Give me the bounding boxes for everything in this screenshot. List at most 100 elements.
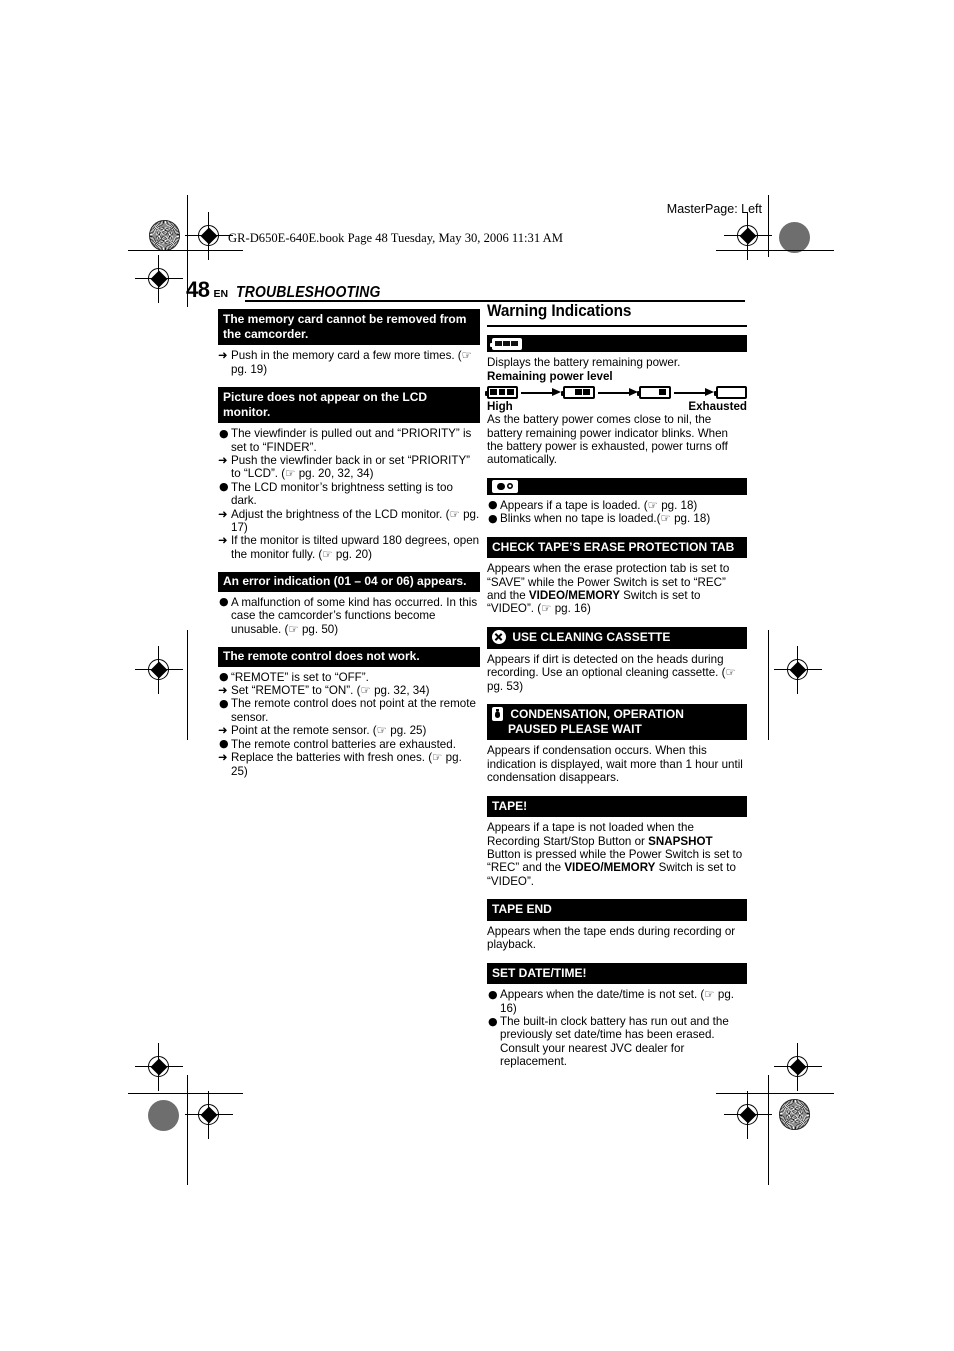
emphasis-text: VIDEO/MEMORY	[528, 589, 620, 603]
registration-starburst-top-left	[149, 220, 180, 251]
registration-cross-middle-right	[774, 646, 822, 694]
list-item: ● “REMOTE” is set to “OFF”.	[218, 670, 480, 684]
page-language: EN	[213, 288, 229, 300]
trim-line-left-vertical	[187, 630, 189, 740]
emphasis-text: VIDEO/MEMORY	[564, 861, 656, 875]
list-item-text: The viewfinder is pulled out and “PRIORI…	[231, 427, 472, 454]
battery-level-0-icon	[713, 385, 747, 399]
list-item-text: A malfunction of some kind has occurred.…	[231, 595, 478, 636]
section-title-warning-indications: Warning Indications	[487, 302, 632, 320]
trim-line-right-vertical	[768, 630, 770, 740]
battery-scale-labels: High Exhausted	[487, 400, 747, 413]
condensation-text: Appears if condensation occurs. When thi…	[487, 744, 747, 784]
section-rule	[487, 325, 747, 327]
circled-x-icon	[492, 629, 506, 644]
trim-line-top-right-horizontal	[716, 250, 834, 252]
issue-heading-error-indication: An error indication (01 – 04 or 06) appe…	[218, 572, 480, 592]
trim-line-bottom-left-vertical	[187, 1075, 189, 1185]
warning-banner-battery	[487, 335, 747, 352]
bullet-icon: ●	[488, 498, 498, 512]
arrow-icon: ➜	[218, 723, 228, 738]
trim-line-bottom-right-vertical	[768, 1075, 770, 1185]
registration-cross-middle-left	[135, 646, 183, 694]
list-item: ● The viewfinder is pulled out and “PRIOR…	[218, 427, 480, 454]
list-item: ● The built-in clock battery has run out …	[487, 1015, 747, 1069]
registration-cross-top-right	[724, 212, 772, 260]
battery-scale-exhausted-label: Exhausted	[688, 399, 747, 413]
body-text: Appears if dirt is detected on the heads…	[487, 652, 736, 693]
battery-level-3-icon	[484, 385, 519, 399]
list-item: ● Appears when the date/time is not set. …	[487, 988, 747, 1015]
long-arrow-icon	[673, 387, 714, 397]
battery-level-scale	[484, 385, 747, 399]
list-item: ● The remote control does not point at th…	[218, 697, 480, 724]
list-item: ● Appears if a tape is loaded. (☞ pg. 18)	[487, 498, 747, 512]
warning-banner-tape-cassette	[487, 477, 747, 495]
registration-cross-top-left	[185, 212, 233, 260]
registration-cross-bottom-left	[185, 1091, 233, 1139]
battery-body-text: As the battery power comes close to nil,…	[487, 413, 729, 467]
list-item: ● A malfunction of some kind has occurred…	[218, 595, 480, 636]
body-text: Appears when the tape ends during record…	[487, 924, 736, 952]
list-item: ➜ Push the viewfinder back in or set “PRI…	[218, 453, 480, 481]
list-item-text: Adjust the brightness of the LCD monitor…	[231, 507, 480, 535]
warning-banner-set-date-time: SET DATE/TIME!	[487, 962, 747, 985]
long-arrow-icon	[597, 387, 638, 397]
left-column: The memory card cannot be removed from t…	[218, 309, 480, 789]
list-item-text: Point at the remote sensor. (☞ pg. 25)	[231, 724, 427, 738]
registration-graydot-top-right	[779, 222, 810, 253]
right-column: Warning Indications Displays the battery…	[484, 302, 747, 1080]
bullet-icon: ●	[219, 480, 229, 494]
warning-banner-label-line2: PAUSED PLEASE WAIT	[508, 721, 642, 736]
list-item-text: Set “REMOTE” to “ON”. (☞ pg. 32, 34)	[231, 684, 430, 698]
list-item-text: The built-in clock battery has run out a…	[500, 1015, 729, 1069]
warning-banner-label: USE CLEANING CASSETTE	[512, 630, 671, 645]
battery-level-label: Remaining power level	[487, 370, 613, 384]
issue-heading-remote-control: The remote control does not work.	[218, 647, 480, 667]
list-item: ➜ Point at the remote sensor. (☞ pg. 25)	[218, 723, 480, 738]
body-text: Appears if condensation occurs. When thi…	[487, 744, 743, 785]
list-item: ➜ Set “REMOTE” to “ON”. (☞ pg. 32, 34)	[218, 683, 480, 698]
erase-protection-tab-text: Appears when the erase protection tab is…	[487, 562, 747, 616]
warning-banner-tape-exclaim: TAPE!	[487, 795, 747, 818]
bullet-icon: ●	[219, 737, 229, 751]
condensation-droplet-icon	[492, 707, 503, 722]
arrow-icon: ➜	[218, 750, 228, 765]
bullet-icon: ●	[219, 670, 229, 684]
list-item-text: The remote control batteries are exhaust…	[231, 737, 456, 751]
issue-heading-lcd-monitor: Picture does not appear on the LCD monit…	[218, 387, 480, 424]
registration-cross-lower-left-margin	[135, 1043, 183, 1091]
issue-heading-memory-card: The memory card cannot be removed from t…	[218, 309, 480, 346]
list-item-text: If the monitor is tilted upward 180 degr…	[231, 534, 480, 561]
list-item: ● The remote control batteries are exhaus…	[218, 737, 480, 751]
arrow-icon: ➜	[218, 683, 228, 698]
warning-banner-use-cleaning-cassette: USE CLEANING CASSETTE	[487, 626, 747, 649]
trim-line-top-left-horizontal	[128, 250, 243, 252]
list-item: ➜ Replace the batteries with fresh ones. …	[218, 750, 480, 778]
registration-cross-upper-left-margin	[135, 255, 183, 303]
emphasis-text: SNAPSHOT	[648, 834, 713, 848]
page-number: 48	[186, 277, 210, 302]
tape-end-text: Appears when the tape ends during record…	[487, 925, 747, 952]
set-date-time-notes: ● Appears when the date/time is not set. …	[487, 988, 747, 1069]
list-item: ● The LCD monitor’s brightness setting is…	[218, 480, 480, 508]
trim-line-bottom-right-horizontal	[716, 1093, 834, 1095]
tape-cassette-icon	[492, 479, 518, 493]
battery-intro-text: Displays the battery remaining power.	[487, 356, 681, 369]
arrow-icon: ➜	[218, 533, 228, 548]
registration-starburst-bottom-right	[779, 1099, 810, 1130]
arrow-icon: ➜	[218, 348, 228, 363]
issue-remedies-error-indication: ● A malfunction of some kind has occurred…	[218, 595, 480, 636]
issue-remedies-remote-control: ● “REMOTE” is set to “OFF”. ➜ Set “REMOTE”…	[218, 670, 480, 778]
battery-full-icon	[490, 337, 522, 350]
list-item-text: Blinks when no tape is loaded.(☞ pg. 18)	[500, 512, 711, 526]
tape-cassette-notes: ● Appears if a tape is loaded. (☞ pg. 18)…	[487, 498, 747, 526]
masterpage-note: MasterPage: Left	[666, 202, 762, 216]
list-item-text: The remote control does not point at the…	[231, 697, 476, 724]
trim-line-top-right-vertical	[768, 195, 770, 257]
list-item-text: Push the viewfinder back in or set “PRIO…	[231, 454, 471, 481]
warning-banner-label-line1: CONDENSATION, OPERATION	[510, 707, 684, 722]
list-item: ➜ If the monitor is tilted upward 180 deg…	[218, 534, 480, 561]
arrow-icon: ➜	[218, 453, 228, 467]
registration-cross-bottom-right	[724, 1091, 772, 1139]
